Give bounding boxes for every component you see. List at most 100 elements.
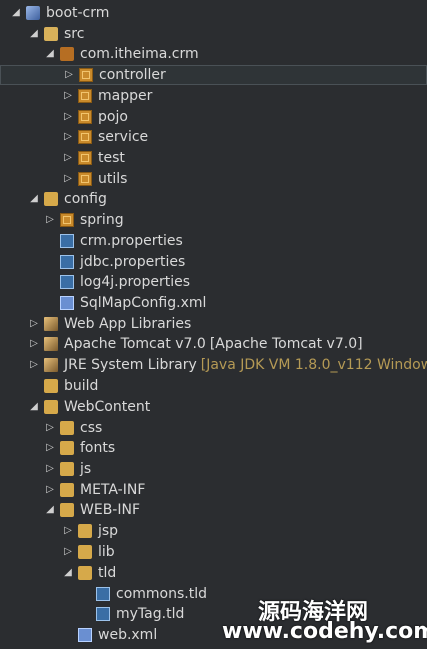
tree-item-label: META-INF xyxy=(80,482,146,498)
tree-item-label: lib xyxy=(98,544,115,560)
tree-item-log4j-properties[interactable]: ▷ log4j.properties xyxy=(44,272,427,292)
tree-item-label: commons.tld xyxy=(116,586,207,602)
package-root-icon xyxy=(60,47,74,61)
tree-item-label: css xyxy=(80,420,103,436)
tree-item-label: SqlMapConfig.xml xyxy=(80,295,207,311)
tree-item-label: boot-crm xyxy=(46,5,110,21)
tree-item-crm-properties[interactable]: ▷ crm.properties xyxy=(44,231,427,251)
tree-item-lib[interactable]: ▷ lib xyxy=(62,542,427,562)
collapse-arrow-icon[interactable]: ▷ xyxy=(44,463,56,475)
folder-icon xyxy=(78,524,92,538)
tree-item-label: build xyxy=(64,378,99,394)
tree-item-controller[interactable]: ▷ controller xyxy=(0,65,427,85)
tree-item-label: js xyxy=(80,461,92,477)
tree-item-apache-tomcat[interactable]: ▷ Apache Tomcat v7.0 [Apache Tomcat v7.0… xyxy=(28,334,427,354)
tree-item-webcontent[interactable]: ◢ WebContent xyxy=(28,397,427,417)
package-icon xyxy=(78,130,92,144)
tree-item-web-app-libraries[interactable]: ▷ Web App Libraries xyxy=(28,314,427,334)
expand-arrow-icon[interactable]: ◢ xyxy=(28,401,40,413)
tree-item-label: log4j.properties xyxy=(80,274,191,290)
tree-item-label: Apache Tomcat v7.0 xyxy=(64,336,206,352)
expand-arrow-icon[interactable]: ◢ xyxy=(28,193,40,205)
expand-arrow-icon[interactable]: ◢ xyxy=(62,567,74,579)
tree-item-meta-inf[interactable]: ▷ META-INF xyxy=(44,480,427,500)
tree-item-service[interactable]: ▷ service xyxy=(62,127,427,147)
tree-item-fonts[interactable]: ▷ fonts xyxy=(44,438,427,458)
expand-arrow-icon[interactable]: ◢ xyxy=(44,48,56,60)
tree-item-src[interactable]: ◢ src xyxy=(28,24,427,44)
tld-file-icon xyxy=(96,587,110,601)
collapse-arrow-icon[interactable]: ▷ xyxy=(28,359,40,371)
tree-item-config[interactable]: ◢ config xyxy=(28,189,427,209)
collapse-arrow-icon[interactable]: ▷ xyxy=(63,69,75,81)
expand-arrow-icon[interactable]: ◢ xyxy=(10,7,22,19)
tree-item-boot-crm[interactable]: ◢ boot-crm xyxy=(10,3,427,23)
folder-icon xyxy=(44,400,58,414)
package-icon xyxy=(78,172,92,186)
library-icon xyxy=(44,337,58,351)
package-icon xyxy=(78,151,92,165)
collapse-arrow-icon[interactable]: ▷ xyxy=(62,111,74,123)
tree-item-test[interactable]: ▷ test xyxy=(62,148,427,168)
tree-item-mapper[interactable]: ▷ mapper xyxy=(62,86,427,106)
tree-item-label: com.itheima.crm xyxy=(80,46,199,62)
package-icon xyxy=(78,110,92,124)
tree-item-label: web.xml xyxy=(98,627,158,643)
collapse-arrow-icon[interactable]: ▷ xyxy=(62,152,74,164)
tree-item-web-inf[interactable]: ◢ WEB-INF xyxy=(44,500,427,520)
collapse-arrow-icon[interactable]: ▷ xyxy=(62,546,74,558)
tree-item-jre-system-library[interactable]: ▷ JRE System Library [Java JDK VM 1.8.0_… xyxy=(28,355,427,375)
package-icon xyxy=(60,213,74,227)
tree-item-tld[interactable]: ◢ tld xyxy=(62,563,427,583)
tree-item-label: controller xyxy=(99,67,166,83)
package-icon xyxy=(79,68,93,82)
tree-item-jsp[interactable]: ▷ jsp xyxy=(62,521,427,541)
folder-icon xyxy=(60,421,74,435)
tree-item-build[interactable]: ▷ build xyxy=(28,376,427,396)
folder-icon xyxy=(44,192,58,206)
collapse-arrow-icon[interactable]: ▷ xyxy=(44,484,56,496)
tree-item-decoration: [Java JDK VM 1.8.0_v112 Windows] xyxy=(200,357,427,373)
tree-item-jdbc-properties[interactable]: ▷ jdbc.properties xyxy=(44,252,427,272)
collapse-arrow-icon[interactable]: ▷ xyxy=(28,338,40,350)
collapse-arrow-icon[interactable]: ▷ xyxy=(44,214,56,226)
tree-item-label: mapper xyxy=(98,88,153,104)
tree-item-label: jdbc.properties xyxy=(80,254,186,270)
project-icon xyxy=(26,6,40,20)
tree-item-js[interactable]: ▷ js xyxy=(44,459,427,479)
library-icon xyxy=(44,317,58,331)
xml-file-icon xyxy=(78,628,92,642)
tree-item-label: service xyxy=(98,129,149,145)
tree-item-label: jsp xyxy=(98,523,119,539)
collapse-arrow-icon[interactable]: ▷ xyxy=(28,318,40,330)
tree-item-label: config xyxy=(64,191,107,207)
collapse-arrow-icon[interactable]: ▷ xyxy=(62,173,74,185)
tree-item-css[interactable]: ▷ css xyxy=(44,418,427,438)
collapse-arrow-icon[interactable]: ▷ xyxy=(62,525,74,537)
tree-item-com-itheima-crm[interactable]: ◢ com.itheima.crm xyxy=(44,44,427,64)
tree-item-decoration: [Apache Tomcat v7.0] xyxy=(209,336,363,352)
tree-item-spring[interactable]: ▷ spring xyxy=(44,210,427,230)
library-icon xyxy=(44,358,58,372)
expand-arrow-icon[interactable]: ◢ xyxy=(28,28,40,40)
project-explorer-tree: ◢ boot-crm ◢ src ◢ com.itheima.crm ▷ con… xyxy=(0,0,427,649)
collapse-arrow-icon[interactable]: ▷ xyxy=(62,131,74,143)
tree-item-label: spring xyxy=(80,212,124,228)
folder-icon xyxy=(78,566,92,580)
folder-icon xyxy=(44,379,58,393)
tree-item-label: WEB-INF xyxy=(80,502,140,518)
tree-item-label: src xyxy=(64,26,85,42)
collapse-arrow-icon[interactable]: ▷ xyxy=(44,442,56,454)
tree-item-pojo[interactable]: ▷ pojo xyxy=(62,107,427,127)
folder-icon xyxy=(78,545,92,559)
tree-item-label: test xyxy=(98,150,125,166)
collapse-arrow-icon[interactable]: ▷ xyxy=(62,90,74,102)
collapse-arrow-icon[interactable]: ▷ xyxy=(44,422,56,434)
watermark-line-2: www.codehy.com xyxy=(222,619,427,644)
tree-item-commons-tld[interactable]: ▷ commons.tld xyxy=(80,584,427,604)
expand-arrow-icon[interactable]: ◢ xyxy=(44,504,56,516)
tree-item-sqlmapconfig-xml[interactable]: ▷ SqlMapConfig.xml xyxy=(44,293,427,313)
tree-item-label: pojo xyxy=(98,109,128,125)
tree-item-utils[interactable]: ▷ utils xyxy=(62,169,427,189)
tree-item-label: WebContent xyxy=(64,399,151,415)
